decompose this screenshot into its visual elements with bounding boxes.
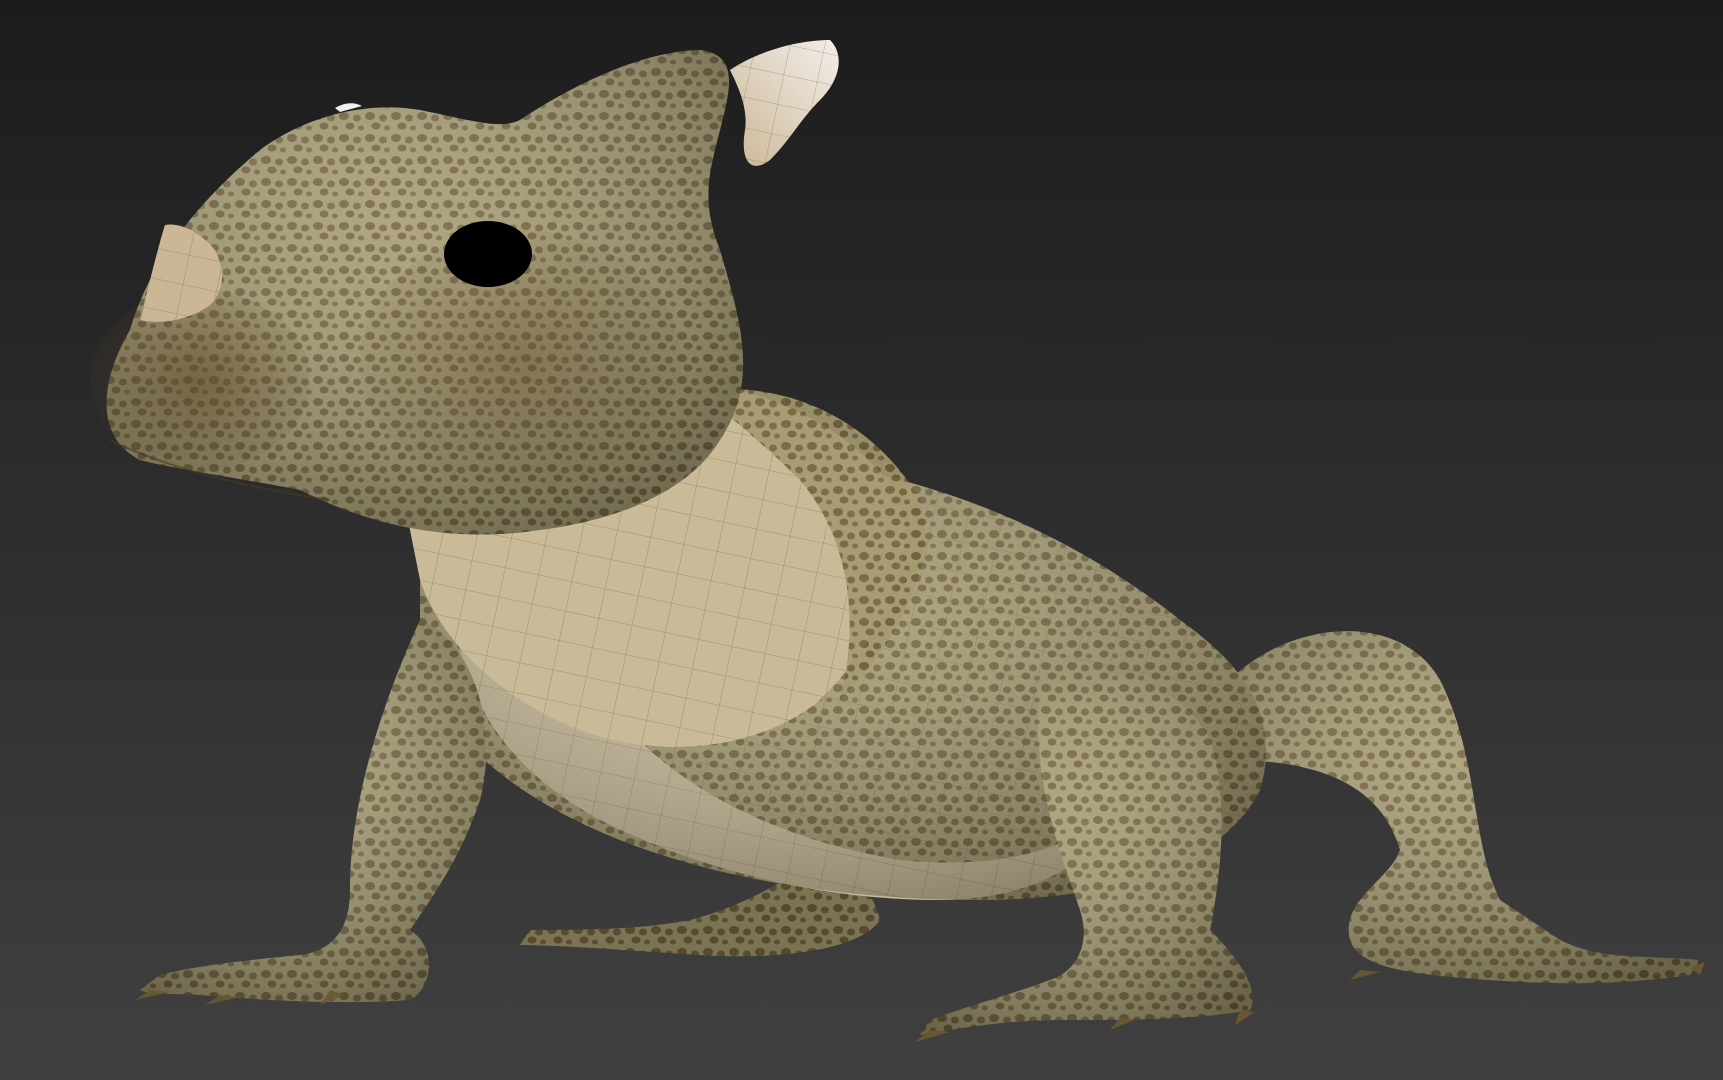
- back-right-leg: [1230, 631, 1700, 984]
- lizard-model[interactable]: [0, 0, 1723, 1080]
- eye: [444, 221, 532, 287]
- 3d-viewport[interactable]: [0, 0, 1723, 1080]
- front-left-leg: [140, 620, 487, 1003]
